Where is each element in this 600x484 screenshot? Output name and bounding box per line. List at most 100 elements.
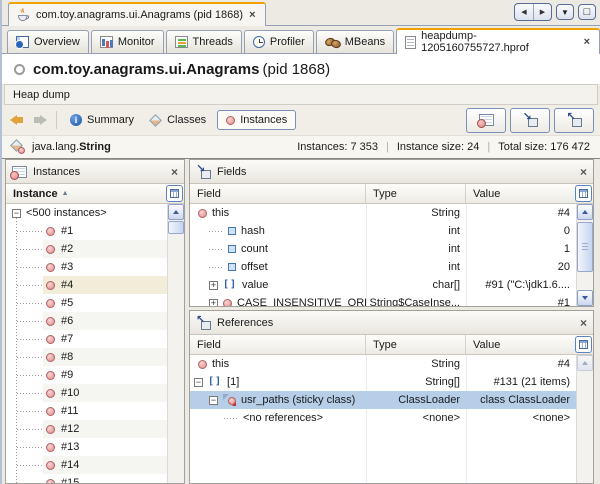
value-cell: #91 ("C:\jdk1.6.... <box>466 279 576 291</box>
tab-threads[interactable]: Threads <box>166 30 242 53</box>
fields-view-button[interactable] <box>510 108 550 133</box>
scroll-up-button[interactable] <box>577 204 593 220</box>
scroll-up-button[interactable] <box>577 355 593 371</box>
instance-row[interactable]: #10 <box>6 384 167 402</box>
expander-icon[interactable]: − <box>209 396 218 405</box>
view-tab-bar: Overview Monitor Threads Profiler MBeans heap… <box>2 26 600 54</box>
maximize-button[interactable]: □ <box>578 4 596 20</box>
instance-column[interactable]: Instance ▲ <box>6 184 69 203</box>
back-icon[interactable] <box>10 114 25 126</box>
tab-label: MBeans <box>345 36 385 48</box>
tab-profiler[interactable]: Profiler <box>244 30 314 53</box>
instance-row[interactable]: #8 <box>6 348 167 366</box>
tree-connector <box>17 231 43 232</box>
field-row[interactable]: offsetint20 <box>190 258 576 276</box>
instance-dot-icon <box>46 425 55 434</box>
instance-row[interactable]: #13 <box>6 438 167 456</box>
scrollbar-thumb[interactable] <box>168 221 184 234</box>
close-icon[interactable]: × <box>248 10 256 20</box>
close-icon[interactable]: × <box>580 165 587 179</box>
instance-row[interactable]: #3 <box>6 258 167 276</box>
close-icon[interactable]: × <box>580 316 587 330</box>
instances-button[interactable]: Instances <box>217 110 296 130</box>
instance-row[interactable]: #7 <box>6 330 167 348</box>
references-view-button[interactable] <box>554 108 594 133</box>
fields-column-field[interactable]: Field <box>190 184 365 203</box>
sticky-class-icon <box>223 394 236 406</box>
instance-row[interactable]: #15 <box>6 474 167 483</box>
field-row[interactable]: countint1 <box>190 240 576 258</box>
fields-column-type[interactable]: Type <box>365 184 465 203</box>
fields-scrollbar[interactable] <box>576 204 593 306</box>
column-label: Field <box>197 188 221 200</box>
scroll-tabs-left-button[interactable]: ◀ <box>515 4 533 20</box>
expander-icon[interactable]: + <box>209 281 218 290</box>
field-row[interactable]: hashint0 <box>190 222 576 240</box>
classes-button[interactable]: Classes <box>145 111 210 129</box>
reference-row[interactable]: −usr_paths (sticky class)ClassLoaderclas… <box>190 391 576 409</box>
field-row[interactable]: thisString#4 <box>190 204 576 222</box>
instance-row[interactable]: #2 <box>6 240 167 258</box>
instance-label: #11 <box>61 405 79 417</box>
instance-row[interactable]: #11 <box>6 402 167 420</box>
expander-icon[interactable]: + <box>209 299 218 307</box>
tab-monitor[interactable]: Monitor <box>91 30 164 53</box>
field-row[interactable]: +[]valuechar[]#91 ("C:\jdk1.6.... <box>190 276 576 294</box>
close-icon[interactable]: × <box>583 37 591 47</box>
forward-icon[interactable] <box>32 114 47 126</box>
instance-dot-icon <box>46 263 55 272</box>
instances-scrollbar[interactable] <box>167 204 184 483</box>
instance-row[interactable]: #12 <box>6 420 167 438</box>
scroll-up-button[interactable] <box>168 204 184 220</box>
reference-row[interactable]: thisString#4 <box>190 355 576 373</box>
field-row[interactable]: +CASE_INSENSITIVE_ORDERString$CaseInse..… <box>190 294 576 306</box>
instance-row[interactable]: #4 <box>6 276 167 294</box>
expander-icon[interactable]: − <box>12 209 21 218</box>
expander-icon[interactable]: − <box>194 378 203 387</box>
instance-dot-icon <box>46 461 55 470</box>
instances-panel-title: Instances <box>33 166 80 178</box>
instance-row[interactable]: #5 <box>6 294 167 312</box>
close-icon[interactable]: × <box>171 165 178 179</box>
fields-column-value[interactable]: Value <box>465 184 575 203</box>
instance-label: #14 <box>61 459 79 471</box>
tab-heapdump-1205160755727-hprof[interactable]: heapdump-1205160755727.hprof× <box>396 28 600 54</box>
column-settings-button[interactable] <box>575 185 592 202</box>
tab-label: Threads <box>193 36 233 48</box>
tab-mbeans[interactable]: MBeans <box>316 30 394 53</box>
column-settings-button[interactable] <box>166 185 183 202</box>
instance-label: #8 <box>61 351 73 363</box>
summary-button[interactable]: Summary <box>66 111 138 129</box>
references-column-type[interactable]: Type <box>365 335 465 354</box>
tab-overview[interactable]: Overview <box>7 30 89 53</box>
next-tabs-icon: ▶ <box>540 8 545 16</box>
instances-root-row[interactable]: −<500 instances> <box>6 204 167 222</box>
instance-dot-icon <box>198 209 207 218</box>
instance-band: #1 <box>43 222 167 240</box>
instances-view-button[interactable] <box>466 108 506 133</box>
instance-row[interactable]: #6 <box>6 312 167 330</box>
scroll-tabs-right-button[interactable]: ▶ <box>533 4 551 20</box>
scrollbar-thumb[interactable] <box>577 222 593 272</box>
instance-row[interactable]: #14 <box>6 456 167 474</box>
tree-connector <box>17 303 43 304</box>
references-scrollbar[interactable] <box>576 355 593 483</box>
stats-divider: | <box>386 141 389 153</box>
scroll-down-button[interactable] <box>577 290 593 306</box>
tree-connector <box>224 418 238 419</box>
visualvm-window: com.toy.anagrams.ui.Anagrams (pid 1868) … <box>0 0 600 484</box>
references-rows: thisString#4−[][1]String[]#131 (21 items… <box>190 355 576 483</box>
instance-row[interactable]: #9 <box>6 366 167 384</box>
reference-row[interactable]: −[][1]String[]#131 (21 items) <box>190 373 576 391</box>
application-tab[interactable]: com.toy.anagrams.ui.Anagrams (pid 1868) … <box>8 2 266 26</box>
column-settings-button[interactable] <box>575 336 592 353</box>
references-column-value[interactable]: Value <box>465 335 575 354</box>
info-icon <box>70 114 82 126</box>
references-column-field[interactable]: Field <box>190 335 365 354</box>
reference-row[interactable]: <no references><none><none> <box>190 409 576 427</box>
tab-label: Monitor <box>118 36 155 48</box>
summary-label: Summary <box>87 114 134 126</box>
tab-list-dropdown-button[interactable]: ▼ <box>556 4 574 20</box>
instance-row[interactable]: #1 <box>6 222 167 240</box>
tree-connector <box>17 321 43 322</box>
